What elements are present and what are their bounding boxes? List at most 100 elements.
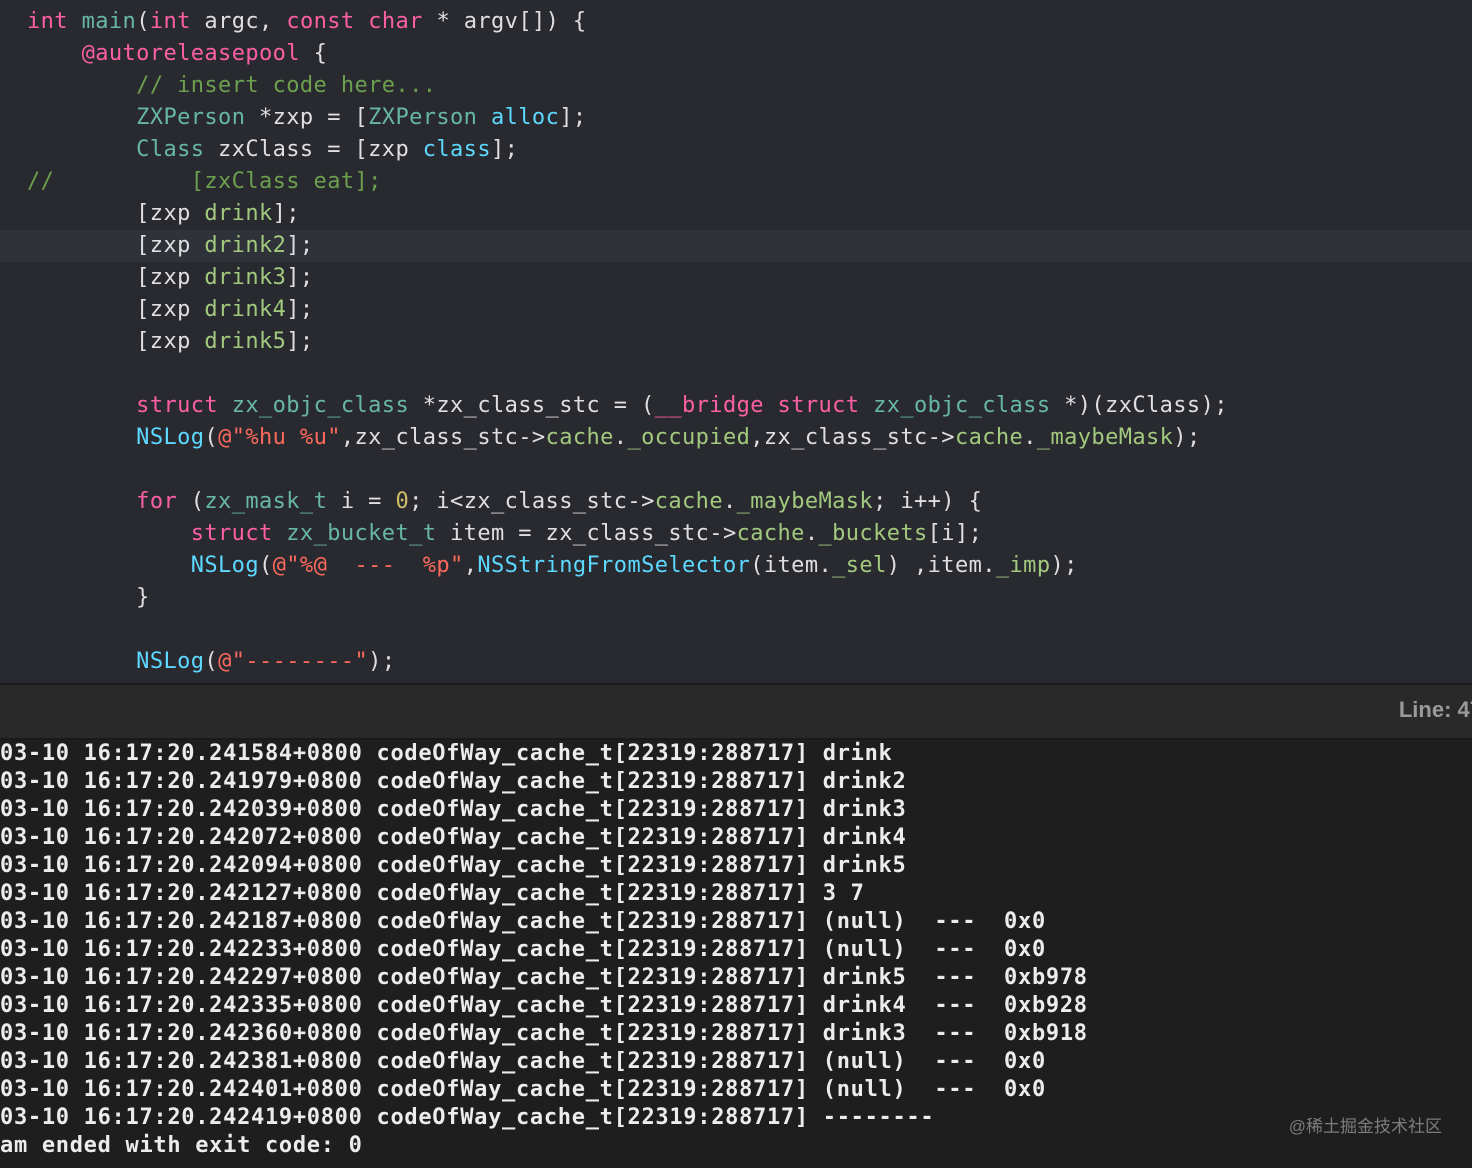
code-token: . [722,489,737,514]
console-log-line: 03-10 16:17:20.242072+0800 codeOfWay_cac… [0,825,907,850]
code-line[interactable]: [zxp drink4]; [0,294,1472,326]
code-token: *)(zxClass); [1050,393,1228,418]
code-line-current[interactable]: [zxp drink2]; [0,230,1472,262]
code-token: for [136,489,178,514]
code-token: zx_objc_class [231,393,410,418]
console-log-line: 03-10 16:17:20.242094+0800 codeOfWay_cac… [0,853,907,878]
code-line[interactable]: [zxp drink]; [0,198,1472,230]
code-token: drink [204,201,273,226]
code-line[interactable]: int main(int argc, const char * argv[]) … [0,6,1472,38]
code-token: drink3 [204,265,287,290]
code-line[interactable]: NSLog(@"--------"); [0,646,1472,678]
code-token: [zxp [27,297,205,322]
console-log-line: 03-10 16:17:20.242297+0800 codeOfWay_cac… [0,965,1088,990]
code-token: int [27,9,68,34]
console-log-line: 03-10 16:17:20.242381+0800 codeOfWay_cac… [0,1049,1046,1074]
code-token: ( [177,489,205,514]
code-token: @"--------" [218,649,369,674]
code-line[interactable]: Class zxClass = [zxp class]; [0,134,1472,166]
code-token: argc, [190,9,287,34]
code-token: _occupied [627,425,751,450]
code-line[interactable]: struct zx_objc_class *zx_class_stc = (__… [0,390,1472,422]
console-log-line: 03-10 16:17:20.241979+0800 codeOfWay_cac… [0,769,907,794]
code-line[interactable]: NSLog(@"%@ --- %p",NSStringFromSelector(… [0,550,1472,582]
console-log-line: 03-10 16:17:20.242127+0800 codeOfWay_cac… [0,881,865,906]
code-token: NSLog [190,553,259,578]
code-editor[interactable]: int main(int argc, const char * argv[]) … [0,0,1472,683]
debug-console[interactable]: 03-10 16:17:20.241584+0800 codeOfWay_cac… [0,740,1472,1168]
code-line[interactable] [0,454,1472,486]
code-token: NSLog [136,649,205,674]
code-token: NSStringFromSelector [477,553,751,578]
code-token: * argv[]) { [422,9,587,34]
code-line[interactable]: NSLog(@"%hu %u",zx_class_stc->cache._occ… [0,422,1472,454]
code-token: ]; [559,105,587,130]
code-token: ]; [286,297,314,322]
code-line[interactable]: } [0,582,1472,614]
code-token: @autoreleasepool [81,41,300,66]
code-token: class [422,137,491,162]
code-line[interactable] [0,614,1472,646]
code-text: [zxp drink3]; [27,262,314,294]
code-line[interactable]: // insert code here... [0,70,1472,102]
code-token: ); [1173,425,1201,450]
code-token: ) ,item. [886,553,996,578]
code-token: struct [777,393,860,418]
code-token: drink5 [204,329,287,354]
console-log-line: 03-10 16:17:20.242233+0800 codeOfWay_cac… [0,937,1046,962]
watermark: @稀土掘金技术社区 [1288,1117,1442,1136]
code-token: @"%hu %u" [218,425,341,450]
code-line[interactable]: for (zx_mask_t i = 0; i<zx_class_stc->ca… [0,486,1472,518]
code-text: NSLog(@"%@ --- %p",NSStringFromSelector(… [27,550,1078,582]
code-token: [i]; [927,521,983,546]
code-line[interactable]: // [zxClass eat]; [0,166,1472,198]
code-text: // [zxClass eat]; [27,166,382,198]
code-token: i = [327,489,396,514]
code-token: } [27,585,150,610]
code-text: NSLog(@"--------"); [27,646,395,678]
code-token: _buckets [818,521,928,546]
code-token: zx_objc_class [873,393,1051,418]
code-line[interactable]: [zxp drink5]; [0,326,1472,358]
code-token: (item. [750,553,833,578]
code-token: cache [736,521,805,546]
code-line[interactable]: @autoreleasepool { [0,38,1472,70]
code-token: ); [1050,553,1078,578]
code-token: main [81,9,137,34]
code-token: ( [136,9,150,34]
code-token: _sel [832,553,887,578]
code-token: drink4 [204,297,287,322]
code-token: ZXPerson [368,105,478,130]
code-token: ( [204,425,219,450]
code-token: ]; [286,233,314,258]
code-line[interactable]: [zxp drink3]; [0,262,1472,294]
code-text: [zxp drink]; [27,198,300,230]
code-token: ); [368,649,396,674]
code-token: { [299,41,328,66]
console-log-line: am ended with exit code: 0 [0,1133,363,1158]
code-token: zx_bucket_t [286,521,437,546]
code-token: int [149,9,191,34]
code-token: _imp [995,553,1051,578]
console-log-line: 03-10 16:17:20.242401+0800 codeOfWay_cac… [0,1077,1046,1102]
code-token: zx_mask_t [204,489,328,514]
code-token: [zxp [27,201,205,226]
code-token: ZXPerson [136,105,246,130]
code-line[interactable]: struct zx_bucket_t item = zx_class_stc->… [0,518,1472,550]
code-text: @autoreleasepool { [27,38,327,70]
code-line[interactable]: ZXPerson *zxp = [ZXPerson alloc]; [0,102,1472,134]
code-token: ( [258,553,273,578]
code-token: ,zx_class_stc-> [750,425,955,450]
code-line[interactable] [0,358,1472,390]
code-text: [zxp drink2]; [27,230,314,262]
code-token: char [368,9,423,34]
